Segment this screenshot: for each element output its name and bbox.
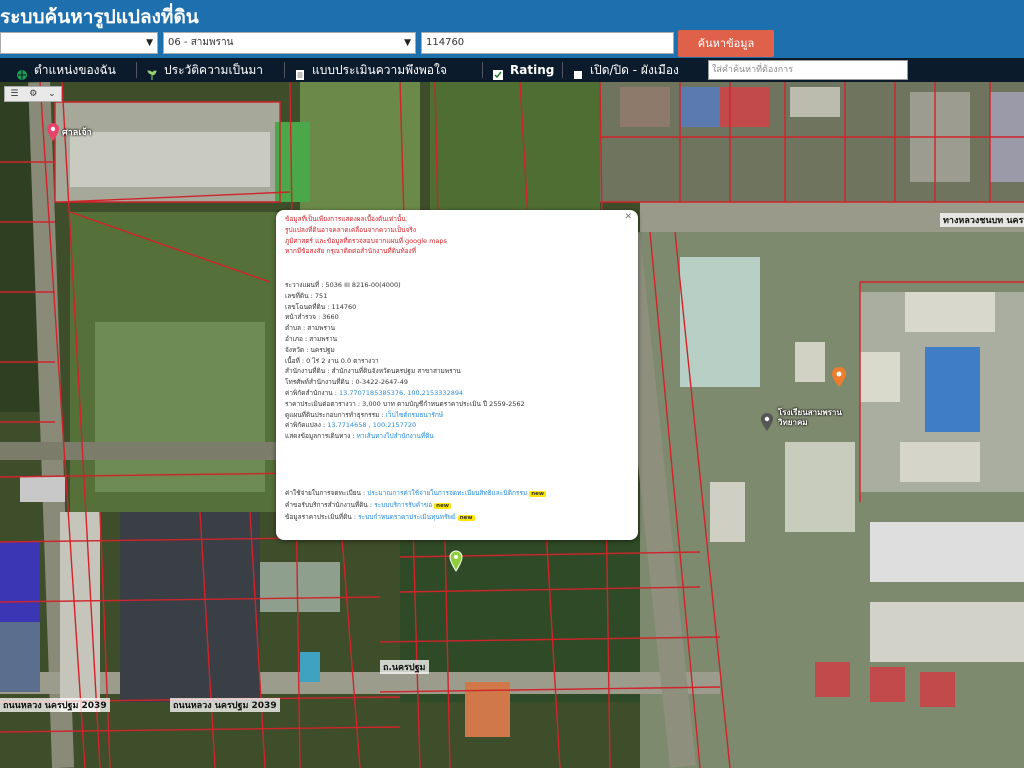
filter-input[interactable]: ใส่คำค้นหาที่ต้องการ xyxy=(708,60,908,80)
checkbox-icon xyxy=(492,65,504,80)
assessment-label: แบบประเมินความพึงพอใจ xyxy=(312,63,447,77)
service-line: คำขอรับบริการสำนักงานที่ดิน : ระบบบริการ… xyxy=(285,500,546,512)
new-badge: new xyxy=(457,514,475,521)
detail-line: แสดงข้อมูลการเดินทาง : หาเส้นทางไปสำนักง… xyxy=(285,431,525,442)
popup-parcel-details: ระวางแผนที่ : 5036 III 8216-00(4000) เลข… xyxy=(285,280,525,442)
detail-line: อำเภอ : สามพราน xyxy=(285,334,338,343)
detail-line: ราคาประเมินต่อตารางวา : 3,000 บาท ตามบัญ… xyxy=(285,399,525,410)
service-line: ข้อมูลราคาประเมินที่ดิน : ระบบกำหนดราคาป… xyxy=(285,512,546,524)
parcel-coord-label: ค่าพิกัดแปลง : xyxy=(285,421,326,430)
parcel-location-marker-icon[interactable] xyxy=(449,550,463,576)
rating-button[interactable]: Rating xyxy=(492,58,554,82)
square-icon xyxy=(572,65,584,79)
toolbar-divider xyxy=(284,62,285,78)
disclaimer-line: หากมีข้อสงสัย กรุณาติดต่อสำนักงานที่ดินท… xyxy=(285,247,417,256)
price-value: 3,000 บาท ตามบัญชีกำหนดราคาประเมิน ปี 25… xyxy=(362,399,525,408)
service-item-label: ข้อมูลราคาประเมินที่ดิน : xyxy=(285,512,357,521)
service-item-link[interactable]: ประมาณการค่าใช้จ่ายในการจดทะเบียนสิทธิแล… xyxy=(367,489,527,497)
my-location-label: ตำแหน่งของฉัน xyxy=(34,63,116,77)
toggle-zoning-label: เปิด/ปิด - ผังเมือง xyxy=(590,63,679,77)
app-header: ระบบค้นหารูปแปลงที่ดิน xyxy=(0,0,1024,30)
toggle-zoning-button[interactable]: เปิด/ปิด - ผังเมือง xyxy=(572,58,679,82)
chevron-down-icon: ▼ xyxy=(404,38,411,48)
chevron-down-icon[interactable]: ⌄ xyxy=(48,87,56,101)
district-select-value: 06 - สามพราน xyxy=(168,37,234,48)
globe-icon xyxy=(16,65,28,80)
map-pin-icon[interactable] xyxy=(831,366,847,392)
detail-line: ค่าพิกัดสำนักงาน : 13.7707185385376, 100… xyxy=(285,388,525,399)
district-select[interactable]: 06 - สามพราน ▼ xyxy=(163,32,416,54)
history-button[interactable]: ประวัติความเป็นมา xyxy=(146,58,263,82)
poi-label-shrine: ศาลเจ้า xyxy=(62,128,92,138)
detail-line: ตำบล : สามพราน xyxy=(285,324,336,333)
parcel-number-input[interactable]: 114760 xyxy=(421,32,674,54)
parcel-coord-link[interactable]: 13.7714658 , 100.2157720 xyxy=(327,421,416,429)
app-title: ระบบค้นหารูปแปลงที่ดิน xyxy=(0,6,199,28)
coord-label: ค่าพิกัดสำนักงาน : xyxy=(285,388,337,397)
road-label: ถ.นครปฐม xyxy=(380,660,429,674)
assessment-button[interactable]: แบบประเมินความพึงพอใจ xyxy=(294,58,447,82)
search-button[interactable]: ค้นหาข้อมูล xyxy=(678,30,774,57)
service-item-label: คำขอรับบริการสำนักงานที่ดิน : xyxy=(285,500,373,509)
toolbar-divider xyxy=(562,62,563,78)
popup-services: ค่าใช้จ่ายในการจดทะเบียน : ประมาณการค่าใ… xyxy=(285,488,546,523)
map-pin-icon[interactable] xyxy=(46,122,60,146)
detail-line: ค่าพิกัดแปลง : 13.7714658 , 100.2157720 xyxy=(285,420,525,431)
map-label: ดูแผนที่ดินประกอบการทำธุรกรรม : xyxy=(285,410,384,419)
menu-icon[interactable]: ☰ xyxy=(10,87,18,101)
detail-line: เนื้อที่ : 0 ไร่ 2 งาน 0.0 ตารางวา xyxy=(285,356,379,365)
price-label: ราคาประเมินต่อตารางวา : xyxy=(285,399,361,408)
my-location-button[interactable]: ตำแหน่งของฉัน xyxy=(16,58,116,82)
road-label: ทางหลวงชนบท นครปฐม 2019 xyxy=(940,213,1024,227)
toolbar-divider xyxy=(136,62,137,78)
service-item-link[interactable]: ระบบบริการรับคำขอ xyxy=(374,501,432,509)
popup-disclaimer: ข้อมูลที่เป็นเพียงการแสดงผลเบื้องต้นเท่า… xyxy=(285,214,447,257)
disclaimer-line: รูปแปลงที่ดินอาจคลาดเคลื่อนจากความเป็นจร… xyxy=(285,225,417,234)
poi-label-school: โรงเรียนสามพราน วิทยาคม xyxy=(778,408,842,427)
service-item-link[interactable]: ระบบกำหนดราคาประเมินทุนทรัพย์ xyxy=(358,513,456,521)
parcel-info-popup: ✕ ข้อมูลที่เป็นเพียงการแสดงผลเบื้องต้นเท… xyxy=(276,210,638,540)
detail-line: หน้าสำรวจ : 3660 xyxy=(285,313,339,322)
detail-line: จังหวัด : นครปฐม xyxy=(285,345,335,354)
detail-line: ดูแผนที่ดินประกอบการทำธุรกรรม : เว็บไซต์… xyxy=(285,410,525,421)
sprout-icon xyxy=(146,65,158,80)
disclaimer-line: ข้อมูลที่เป็นเพียงการแสดงผลเบื้องต้นเท่า… xyxy=(285,215,406,223)
service-line: ค่าใช้จ่ายในการจดทะเบียน : ประมาณการค่าใ… xyxy=(285,488,546,500)
coord-link[interactable]: 13.7707185385376, 100.2153332894 xyxy=(339,389,463,397)
service-link[interactable]: หาเส้นทางไปสำนักงานที่ดิน xyxy=(357,432,434,440)
document-icon xyxy=(294,65,306,80)
province-select[interactable]: ▼ xyxy=(0,32,158,54)
map-pin-icon[interactable] xyxy=(760,412,774,436)
detail-line: เลขที่ดิน : 751 xyxy=(285,291,328,300)
detail-line: ระวางแผนที่ : 5036 III 8216-00(4000) xyxy=(285,281,401,289)
road-label: ถนนหลวง นครปฐม 2039 xyxy=(0,698,110,712)
service-item-label: ค่าใช้จ่ายในการจดทะเบียน : xyxy=(285,489,366,497)
toolbar-divider xyxy=(482,62,483,78)
disclaimer-line: ภูมิศาสตร์ และข้อมูลที่ตรวจสอบจากแผนที่ … xyxy=(285,236,447,245)
map-controls[interactable]: ☰ ⚙ ⌄ xyxy=(4,86,62,102)
chevron-down-icon: ▼ xyxy=(146,38,153,48)
search-bar: ▼ 06 - สามพราน ▼ 114760 ค้นหาข้อมูล xyxy=(0,30,1024,58)
detail-line: สำนักงานที่ดิน : สำนักงานที่ดินจังหวัดนค… xyxy=(285,367,461,376)
rating-label: Rating xyxy=(510,63,555,77)
road-label: ถนนหลวง นครปฐม 2039 xyxy=(170,698,280,712)
detail-line: เลขโฉนดที่ดิน : 114760 xyxy=(285,302,357,311)
new-badge: new xyxy=(529,491,546,497)
new-badge: new xyxy=(434,502,451,509)
gear-icon[interactable]: ⚙ xyxy=(29,87,37,101)
toolbar: ตำแหน่งของฉัน ประวัติความเป็นมา แบบประเม… xyxy=(0,58,1024,82)
service-label: แสดงข้อมูลการเดินทาง : xyxy=(285,432,355,441)
detail-line: โทรศัพท์สำนักงานที่ดิน : 0-3422-2647-49 xyxy=(285,378,409,387)
close-icon[interactable]: ✕ xyxy=(624,212,632,223)
map-link[interactable]: เว็บไซต์กรมธนารักษ์ xyxy=(386,411,443,419)
history-label: ประวัติความเป็นมา xyxy=(164,63,264,77)
